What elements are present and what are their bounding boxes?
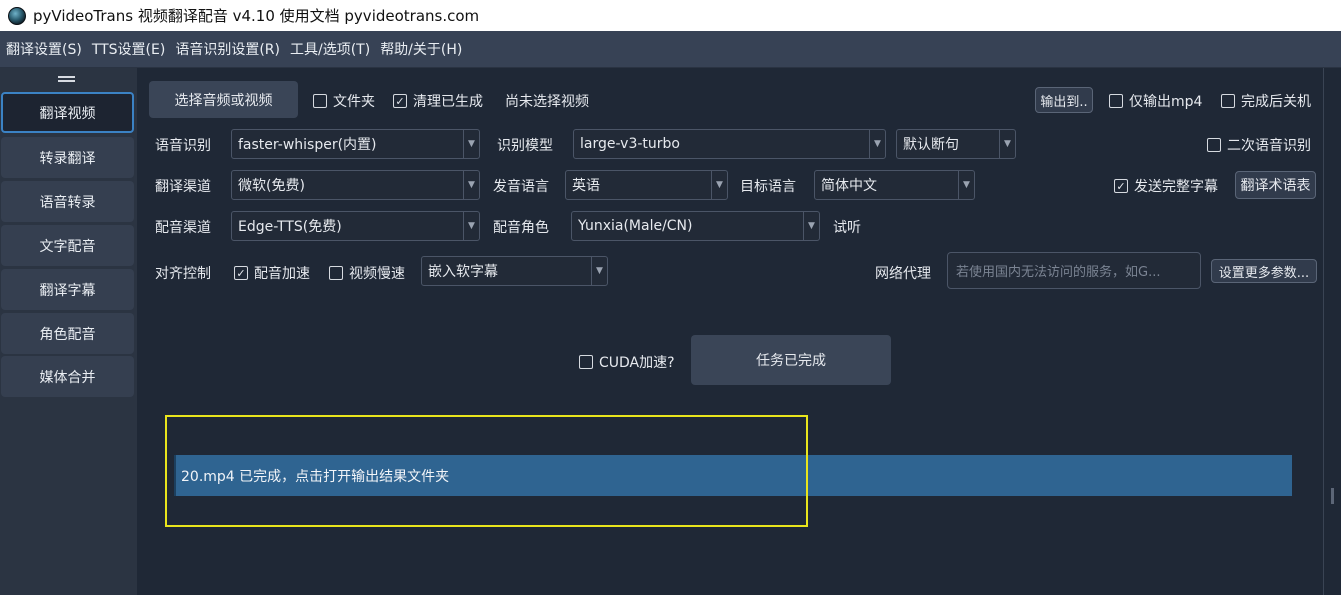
chevron-down-icon: ▼: [591, 257, 607, 285]
chevron-down-icon: ▼: [463, 171, 479, 199]
more-params-button[interactable]: 设置更多参数...: [1211, 259, 1317, 283]
result-progress-bar[interactable]: 20.mp4 已完成，点击打开输出结果文件夹: [174, 455, 1292, 496]
send-full-subtitle-checkbox[interactable]: ✓ 发送完整字幕: [1114, 176, 1218, 196]
proxy-label: 网络代理: [875, 266, 931, 282]
target-language-label: 目标语言: [740, 179, 796, 195]
checkbox-box: [329, 266, 343, 280]
chevron-down-icon: ▼: [463, 130, 479, 158]
menu-bar: 翻译设置(S) TTS设置(E) 语音识别设置(R) 工具/选项(T) 帮助/关…: [0, 31, 1341, 68]
chevron-down-icon: ▼: [958, 171, 974, 199]
chevron-down-icon: ▼: [999, 130, 1015, 158]
select-media-button[interactable]: 选择音频或视频: [149, 81, 298, 118]
subtitle-embed-select[interactable]: 嵌入软字幕 ▼: [421, 256, 608, 286]
menu-translate-settings[interactable]: 翻译设置(S): [6, 39, 82, 59]
status-text: 尚未选择视频: [505, 94, 589, 110]
sidebar: 翻译视频 转录翻译 语音转录 文字配音 翻译字幕 角色配音 媒体合并: [0, 68, 137, 595]
folder-checkbox[interactable]: 文件夹: [313, 91, 375, 111]
translate-channel-select[interactable]: 微软(免费) ▼: [231, 170, 480, 200]
voice-role-select[interactable]: Yunxia(Male/CN) ▼: [571, 211, 820, 241]
scrollbar-thumb[interactable]: [1331, 488, 1334, 504]
voice-role-label: 配音角色: [493, 220, 549, 236]
proxy-input[interactable]: 若使用国内无法访问的服务，如G...: [947, 252, 1201, 289]
sidebar-item-translate-subtitles[interactable]: 翻译字幕: [1, 269, 134, 310]
main-panel: 选择音频或视频 文件夹 ✓ 清理已生成 尚未选择视频 输出到.. 仅输出mp4 …: [137, 68, 1341, 595]
menu-asr-settings[interactable]: 语音识别设置(R): [175, 39, 280, 59]
glossary-button[interactable]: 翻译术语表: [1235, 171, 1316, 199]
split-mode-select[interactable]: 默认断句 ▼: [896, 129, 1016, 159]
result-text: 20.mp4 已完成，点击打开输出结果文件夹: [181, 468, 450, 485]
source-language-label: 发音语言: [493, 179, 549, 195]
asr-model-select[interactable]: large-v3-turbo ▼: [573, 129, 886, 159]
app-logo-icon: [8, 6, 26, 25]
menu-tools-options[interactable]: 工具/选项(T): [290, 39, 370, 59]
window-title: pyVideoTrans 视频翻译配音 v4.10 使用文档 pyvideotr…: [33, 7, 480, 25]
second-asr-checkbox[interactable]: 二次语音识别: [1207, 135, 1311, 155]
dub-channel-select[interactable]: Edge-TTS(免费) ▼: [231, 211, 480, 241]
chevron-down-icon: ▼: [463, 212, 479, 240]
source-language-select[interactable]: 英语 ▼: [565, 170, 728, 200]
menu-help-about[interactable]: 帮助/关于(H): [380, 39, 462, 59]
only-mp4-checkbox[interactable]: 仅输出mp4: [1109, 91, 1202, 111]
asr-label: 语音识别: [155, 138, 211, 154]
sidebar-item-text-dubbing[interactable]: 文字配音: [1, 225, 134, 266]
translate-channel-label: 翻译渠道: [155, 179, 211, 195]
output-to-button[interactable]: 输出到..: [1035, 87, 1093, 113]
dub-channel-label: 配音渠道: [155, 220, 211, 236]
vertical-scrollbar[interactable]: [1323, 68, 1341, 595]
sidebar-item-speech-transcribe[interactable]: 语音转录: [1, 181, 134, 222]
checkbox-box: [579, 355, 593, 369]
checkbox-box: [313, 94, 327, 108]
checkbox-box: [1221, 94, 1235, 108]
checkbox-box: [1109, 94, 1123, 108]
checkmark-icon: ✓: [234, 266, 248, 280]
asr-engine-select[interactable]: faster-whisper(内置) ▼: [231, 129, 480, 159]
chevron-down-icon: ▼: [869, 130, 885, 158]
dub-speedup-checkbox[interactable]: ✓ 配音加速: [234, 263, 310, 283]
checkmark-icon: ✓: [393, 94, 407, 108]
chevron-down-icon: ▼: [803, 212, 819, 240]
checkbox-box: [1207, 138, 1221, 152]
sidebar-item-role-dubbing[interactable]: 角色配音: [1, 313, 134, 354]
title-bar: pyVideoTrans 视频翻译配音 v4.10 使用文档 pyvideotr…: [0, 0, 1341, 31]
model-label: 识别模型: [497, 138, 553, 154]
cuda-checkbox[interactable]: CUDA加速?: [579, 352, 675, 372]
chevron-down-icon: ▼: [711, 171, 727, 199]
listen-link[interactable]: 试听: [833, 217, 861, 237]
target-language-select[interactable]: 简体中文 ▼: [814, 170, 975, 200]
sidebar-item-transcribe-translate[interactable]: 转录翻译: [1, 137, 134, 178]
checkmark-icon: ✓: [1114, 179, 1128, 193]
shutdown-checkbox[interactable]: 完成后关机: [1221, 91, 1311, 111]
sidebar-item-translate-video[interactable]: 翻译视频: [1, 92, 134, 133]
clear-generated-checkbox[interactable]: ✓ 清理已生成: [393, 91, 483, 111]
align-control-label: 对齐控制: [155, 266, 211, 282]
sidebar-grip-icon[interactable]: [58, 76, 75, 82]
video-slow-checkbox[interactable]: 视频慢速: [329, 263, 405, 283]
sidebar-item-media-merge[interactable]: 媒体合并: [1, 356, 134, 397]
start-task-button[interactable]: 任务已完成: [691, 335, 891, 385]
menu-tts-settings[interactable]: TTS设置(E): [92, 39, 166, 59]
